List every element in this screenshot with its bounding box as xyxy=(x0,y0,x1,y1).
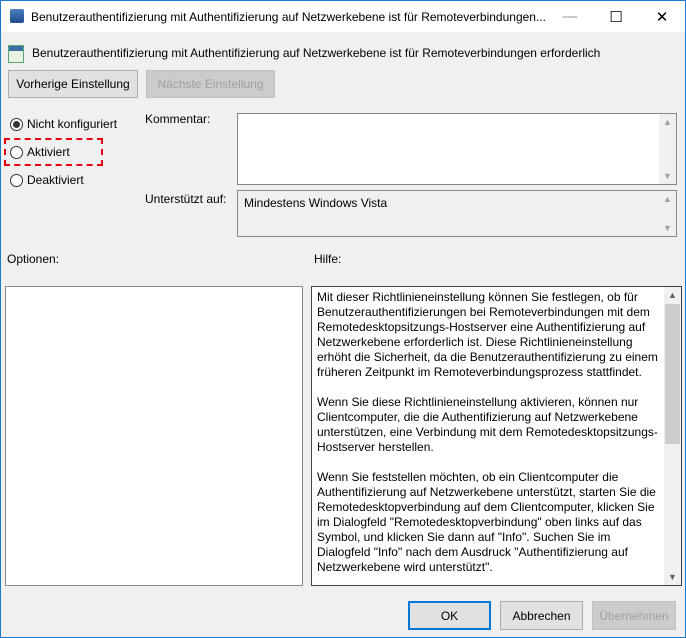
help-paragraph: Wenn Sie diese Richtlinieneinstellung ak… xyxy=(317,395,658,454)
policy-title: Benutzerauthentifizierung mit Authentifi… xyxy=(32,46,601,60)
scrollbar-thumb[interactable] xyxy=(665,304,680,444)
maximize-button[interactable]: ☐ xyxy=(593,1,639,32)
radio-enabled[interactable]: Aktiviert xyxy=(10,145,70,159)
options-label: Optionen: xyxy=(7,252,60,266)
help-paragraph: Wenn Sie feststellen möchten, ob ein Cli… xyxy=(317,470,656,574)
radio-indicator xyxy=(10,145,23,159)
help-label: Hilfe: xyxy=(314,252,342,266)
app-icon xyxy=(10,9,24,23)
radio-label: Aktiviert xyxy=(27,145,70,159)
comment-input[interactable]: ▲ ▼ xyxy=(237,113,677,185)
ok-button[interactable]: OK xyxy=(408,601,491,630)
apply-button[interactable]: Übernehmen xyxy=(592,601,676,630)
supported-value: Mindestens Windows Vista xyxy=(244,196,388,210)
radio-indicator xyxy=(10,117,23,131)
radio-not-configured[interactable]: Nicht konfiguriert xyxy=(10,117,117,131)
close-button[interactable]: ✕ xyxy=(639,1,685,32)
radio-label: Deaktiviert xyxy=(27,173,84,187)
help-paragraph: Mit dieser Richtlinieneinstellung können… xyxy=(317,290,658,379)
next-setting-button[interactable]: Nächste Einstellung xyxy=(146,70,275,98)
comment-label: Kommentar: xyxy=(145,112,211,126)
comment-scrollbar[interactable]: ▲ ▼ xyxy=(659,114,676,184)
radio-indicator xyxy=(10,173,23,187)
help-scrollbar[interactable]: ▲ ▼ xyxy=(664,287,681,585)
minimize-button[interactable]: — xyxy=(547,1,593,32)
radio-label: Nicht konfiguriert xyxy=(27,117,118,131)
title-bar: Benutzerauthentifizierung mit Authentifi… xyxy=(1,1,685,32)
window-title: Benutzerauthentifizierung mit Authentifi… xyxy=(31,10,546,24)
policy-icon xyxy=(8,45,24,63)
policy-dialog: Benutzerauthentifizierung mit Authentifi… xyxy=(0,0,686,638)
radio-disabled[interactable]: Deaktiviert xyxy=(10,173,84,187)
help-panel: Mit dieser Richtlinieneinstellung können… xyxy=(311,286,682,586)
options-panel xyxy=(5,286,303,586)
previous-setting-button[interactable]: Vorherige Einstellung xyxy=(8,70,138,98)
cancel-button[interactable]: Abbrechen xyxy=(500,601,583,630)
supported-field: Mindestens Windows Vista ▲ ▼ xyxy=(237,190,677,237)
supported-scrollbar[interactable]: ▲ ▼ xyxy=(659,191,676,236)
supported-label: Unterstützt auf: xyxy=(145,192,227,206)
